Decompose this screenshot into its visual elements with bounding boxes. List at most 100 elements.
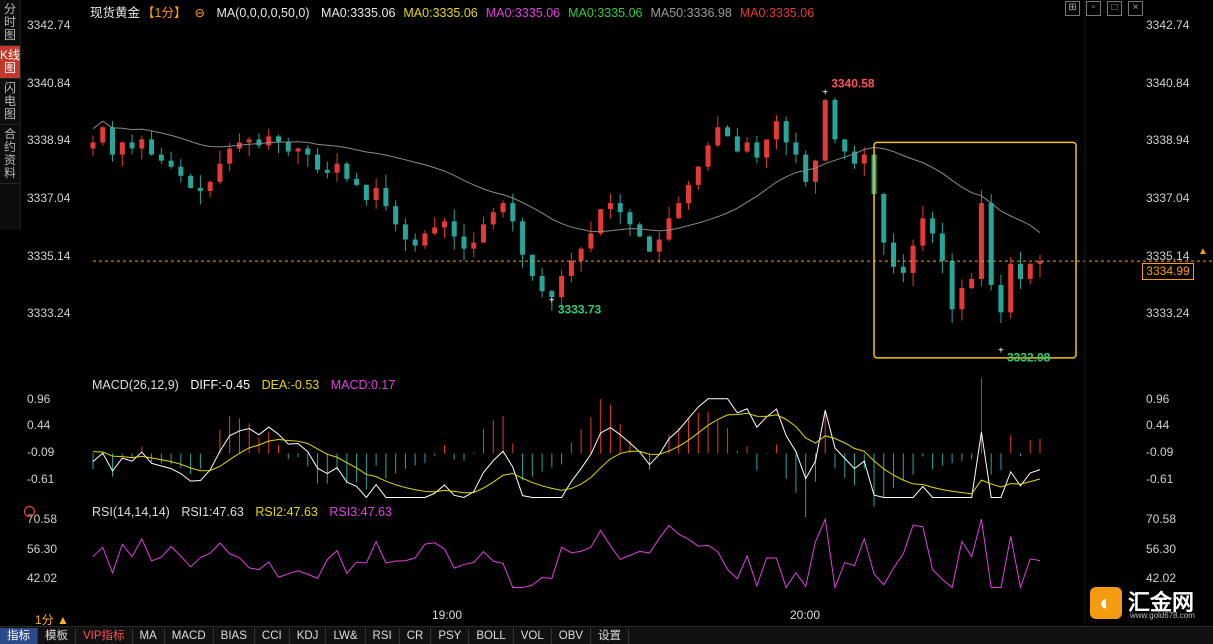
candle-body-70 xyxy=(773,121,779,140)
bottom-tab-8[interactable]: LW& xyxy=(326,627,366,644)
macd-tick-0-l: 0.96 xyxy=(27,391,51,406)
macd-tick-0-r: 0.96 xyxy=(1146,391,1170,406)
candle-body-32 xyxy=(402,224,408,240)
macd-title: MACD(26,12,9) xyxy=(92,378,179,392)
candle-body-33 xyxy=(412,239,418,246)
candle-body-0 xyxy=(90,142,96,149)
bottom-tab-9[interactable]: RSI xyxy=(366,627,400,644)
bottom-tab-13[interactable]: VOL xyxy=(514,627,552,644)
rsi-tick-1-l: 56.30 xyxy=(27,541,58,556)
candle-body-52 xyxy=(598,209,604,234)
candle-body-37 xyxy=(451,221,457,237)
candle-body-61 xyxy=(686,184,692,204)
rsi3-value: RSI3:47.63 xyxy=(329,505,392,519)
macd-legend: MACD(26,12,9) DIFF:-0.45 DEA:-0.53 MACD:… xyxy=(92,378,403,392)
candle-body-82 xyxy=(891,242,897,267)
candle-body-25 xyxy=(334,163,340,173)
rsi1-value: RSI1:47.63 xyxy=(181,505,244,519)
candle-body-83 xyxy=(900,266,906,273)
macd-diff-line xyxy=(92,398,1041,499)
price-tick-5-r: 3333.24 xyxy=(1146,306,1190,321)
bottom-tab-4[interactable]: MACD xyxy=(165,627,214,644)
candle-body-39 xyxy=(471,242,477,249)
price-tick-1-l: 3340.84 xyxy=(27,75,71,90)
candle-body-85 xyxy=(920,218,926,246)
x-tick-2000: 20:00 xyxy=(790,608,821,622)
rsi2-value: RSI2:47.63 xyxy=(255,505,318,519)
candle-body-31 xyxy=(393,206,399,225)
candle-body-88 xyxy=(949,260,955,310)
candle-body-71 xyxy=(783,121,789,143)
candle-body-93 xyxy=(998,285,1004,313)
bottom-tab-10[interactable]: CR xyxy=(400,627,432,644)
candle-body-51 xyxy=(588,233,594,249)
macd-tick-2-l: -0.09 xyxy=(27,445,55,460)
candle-body-86 xyxy=(930,218,936,234)
bottom-tab-2[interactable]: VIP指标 xyxy=(76,627,133,644)
bottom-tab-1[interactable]: 模板 xyxy=(38,627,76,644)
candle-body-4 xyxy=(129,142,135,149)
candle-body-55 xyxy=(627,212,633,225)
low2-marker: + xyxy=(998,345,1004,356)
candle-body-69 xyxy=(764,139,770,158)
candle-body-9 xyxy=(178,166,184,176)
price-tick-3-r: 3337.04 xyxy=(1146,190,1190,205)
logo-mark-icon: ◐ xyxy=(1090,587,1122,619)
rsi-legend: RSI(14,14,14) RSI1:47.63 RSI2:47.63 RSI3… xyxy=(92,505,400,519)
bottom-tab-15[interactable]: 设置 xyxy=(591,627,630,644)
macd-tick-1-r: 0.44 xyxy=(1146,418,1170,433)
candle-body-79 xyxy=(861,154,867,164)
candle-body-48 xyxy=(559,275,565,298)
candle-body-8 xyxy=(168,160,174,167)
bottom-tab-12[interactable]: BOLL xyxy=(469,627,514,644)
bottom-tab-7[interactable]: KDJ xyxy=(290,627,327,644)
candle-body-72 xyxy=(793,142,799,155)
candle-body-26 xyxy=(344,163,350,179)
bottom-tab-5[interactable]: BIAS xyxy=(214,627,255,644)
candle-body-76 xyxy=(832,99,838,140)
bottom-tab-0[interactable]: 指标 xyxy=(0,627,38,644)
indicator-marker-icon[interactable] xyxy=(24,506,35,517)
low-label: 3333.73 xyxy=(558,302,602,316)
candle-body-6 xyxy=(149,139,155,155)
candle-body-7 xyxy=(158,154,164,161)
candle-body-57 xyxy=(646,236,652,252)
candle-body-38 xyxy=(461,236,467,249)
high-label: 3340.58 xyxy=(831,76,875,90)
macd-tick-3-l: -0.61 xyxy=(27,472,55,487)
price-tick-3-l: 3337.04 xyxy=(27,190,71,205)
candle-body-28 xyxy=(363,184,369,201)
price-flag-icon: ▲ xyxy=(1198,246,1208,257)
rsi-tick-2-l: 42.02 xyxy=(27,571,58,586)
candle-body-67 xyxy=(744,142,750,152)
candle-body-10 xyxy=(188,175,194,188)
candle-body-3 xyxy=(119,142,125,155)
rsi-title: RSI(14,14,14) xyxy=(92,505,170,519)
bottom-tab-6[interactable]: CCI xyxy=(255,627,290,644)
rsi-tick-1-r: 56.30 xyxy=(1146,541,1177,556)
rsi-line xyxy=(92,517,1041,590)
candle-body-12 xyxy=(207,181,213,191)
indicator-bar: 指标 模板 VIP指标 MA MACD BIAS CCI KDJ LW& RSI CR PSY BOLL… xyxy=(0,626,1213,644)
candle-body-89 xyxy=(959,288,965,310)
rsi-tick-2-r: 42.02 xyxy=(1146,571,1177,586)
candle-body-43 xyxy=(510,203,516,222)
candle-body-95 xyxy=(1017,263,1023,279)
price-tick-4-r: 3335.14 xyxy=(1146,248,1190,263)
logo-url: www.gold678.com xyxy=(1130,611,1195,620)
candle-body-54 xyxy=(617,203,623,213)
candle-body-64 xyxy=(715,127,721,146)
candle-body-50 xyxy=(578,248,584,261)
macd-tick-3-r: -0.61 xyxy=(1146,472,1174,487)
highlight-box xyxy=(873,141,1077,359)
candle-body-42 xyxy=(500,203,506,213)
candle-body-87 xyxy=(939,233,945,261)
candle-body-44 xyxy=(520,221,526,255)
logo: ◐ 汇金网 www.gold678.com xyxy=(1090,585,1213,625)
candle-body-35 xyxy=(432,227,438,234)
bottom-tab-3[interactable]: MA xyxy=(133,627,165,644)
bottom-tab-11[interactable]: PSY xyxy=(431,627,470,644)
candle-body-36 xyxy=(441,221,447,228)
candle-body-68 xyxy=(754,142,760,158)
bottom-tab-14[interactable]: OBV xyxy=(552,627,592,644)
